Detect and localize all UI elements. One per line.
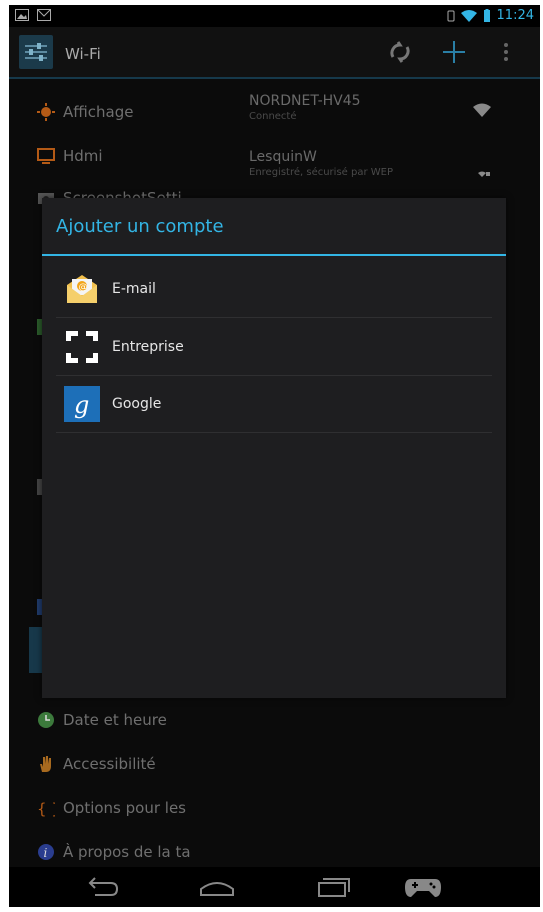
account-option-label: Google [112,395,162,412]
account-option-enterprise[interactable]: Entreprise [56,318,492,376]
plus-icon [443,41,465,63]
svg-text:{ }: { } [37,800,55,817]
overflow-menu-button[interactable] [496,35,516,69]
wifi-network-item[interactable]: LesquinW Enregistré, sécurisé par WEP [249,149,393,178]
settings-item-label: Options pour les [63,799,186,817]
wps-icon [390,41,410,63]
recent-apps-icon [318,878,350,897]
svg-text:i: i [44,846,48,860]
recent-apps-button[interactable] [311,873,355,901]
home-button[interactable] [195,873,239,901]
account-option-google[interactable]: g Google [56,375,492,433]
settings-item-hdmi[interactable]: Hdmi [37,147,103,165]
action-bar-title: Wi-Fi [65,45,101,63]
account-option-label: Entreprise [112,338,184,355]
account-option-email[interactable]: @ E-mail [56,260,492,318]
status-clock: 11:24 [496,8,534,23]
action-bar: Wi-Fi [9,27,540,79]
wifi-network-status: Connecté [249,111,297,122]
monitor-icon [37,148,55,164]
gamepad-icon [405,879,441,897]
display-icon [37,103,55,121]
settings-app-icon[interactable] [19,35,53,69]
gallery-notification-icon [15,9,29,21]
navigation-bar [9,867,540,907]
wifi-network-item[interactable]: NORDNET-HV45 Connecté [249,93,361,122]
google-icon: g [64,385,100,422]
braces-icon: { } [37,800,55,817]
settings-item-label: Accessibilité [63,755,156,773]
back-icon [88,877,119,896]
partial-selected-item [29,627,43,673]
hand-icon [40,756,51,772]
overflow-icon [504,43,508,61]
dialog-title-divider [42,254,506,256]
account-option-label: E-mail [112,280,156,297]
settings-item-label: Date et heure [63,711,167,729]
settings-item-label: Affichage [63,103,134,121]
settings-item-display[interactable]: Affichage [37,103,133,121]
settings-item-label: À propos de la ta [63,843,191,861]
svg-text:@: @ [79,282,88,292]
settings-item-label: Hdmi [63,147,103,165]
wifi-network-name: NORDNET-HV45 [249,93,361,109]
enterprise-icon [66,330,98,363]
add-network-button[interactable] [437,35,471,69]
wifi-network-name: LesquinW [249,149,317,165]
email-icon: @ [67,274,97,303]
dialog-title: Ajouter un compte [56,216,224,237]
settings-item-developer-options[interactable]: { } Options pour les [37,799,186,817]
wps-button[interactable] [383,35,417,69]
wifi-signal-weak-icon [478,171,490,177]
home-icon [200,882,234,896]
svg-text:g: g [74,391,89,419]
add-account-dialog: Ajouter un compte @ E-mail Entreprise g … [42,198,506,698]
status-bar: 11:24 [9,5,540,27]
back-button[interactable] [81,873,125,901]
game-controller-button[interactable] [401,873,445,901]
clock-icon [38,712,54,728]
device-screen: 11:24 Wi-Fi Affichage Hdmi Date et heure… [9,5,540,907]
settings-item-about[interactable]: i À propos de la ta [37,843,191,861]
wifi-status-icon [460,9,477,22]
wifi-network-status: Enregistré, sécurisé par WEP [249,167,393,178]
wifi-signal-full-icon [473,103,491,117]
info-icon: i [38,844,54,860]
vibrate-icon [447,10,455,21]
settings-item-date-time[interactable]: Date et heure [37,711,167,729]
mail-notification-icon [37,9,51,21]
battery-icon [483,9,490,22]
settings-item-accessibility[interactable]: Accessibilité [37,755,156,773]
